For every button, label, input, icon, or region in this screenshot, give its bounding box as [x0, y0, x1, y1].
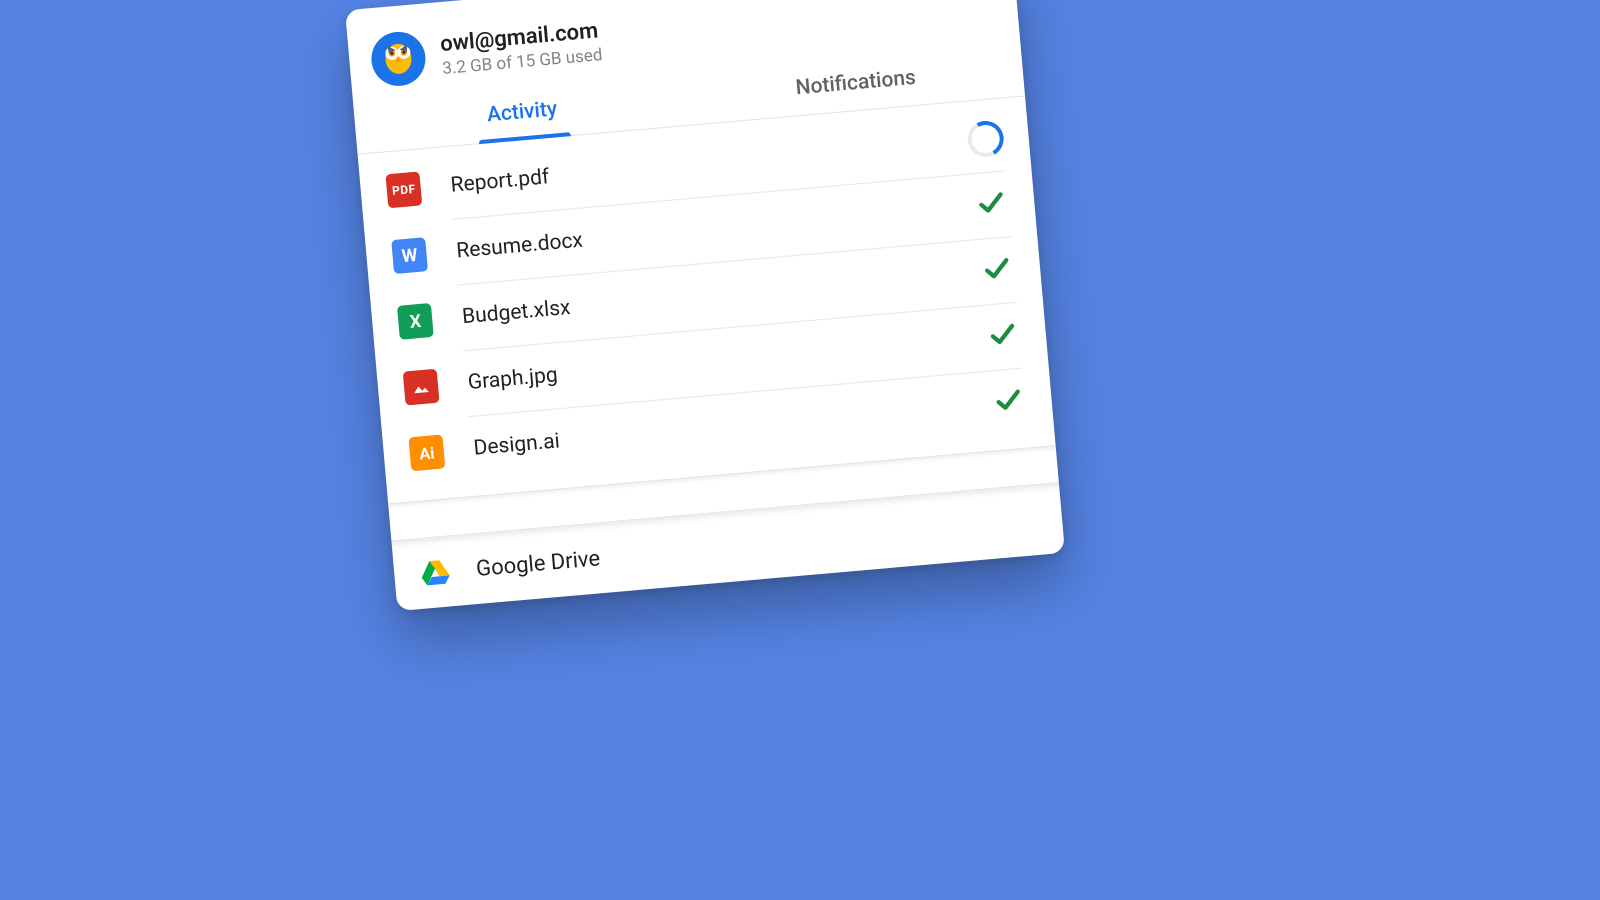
image-file-icon	[403, 369, 440, 406]
drive-upload-panel: owl@gmail.com 3.2 GB of 15 GB used Activ…	[345, 0, 1065, 611]
tab-notifications-label: Notifications	[795, 66, 917, 100]
check-icon	[992, 384, 1025, 420]
upload-status-uploading	[967, 121, 1004, 158]
pdf-file-icon: PDF	[385, 171, 422, 208]
illustrator-file-icon: Ai	[408, 434, 445, 471]
check-icon	[975, 187, 1008, 223]
upload-status-done	[973, 186, 1010, 223]
owl-avatar-icon	[374, 33, 422, 85]
upload-status-done	[990, 384, 1027, 421]
word-file-icon: W	[391, 237, 428, 274]
account-avatar[interactable]	[369, 30, 428, 89]
check-icon	[981, 252, 1014, 288]
upload-status-done	[979, 252, 1016, 289]
google-drive-icon	[419, 558, 451, 587]
tab-activity-label: Activity	[486, 97, 558, 127]
activity-file-list: PDF Report.pdf W Resume.docx X Budget.xl…	[358, 96, 1056, 503]
spinner-icon	[966, 119, 1005, 158]
footer-drive-label: Google Drive	[475, 546, 601, 582]
excel-file-icon: X	[397, 303, 434, 340]
check-icon	[986, 318, 1019, 354]
upload-status-done	[984, 318, 1021, 355]
